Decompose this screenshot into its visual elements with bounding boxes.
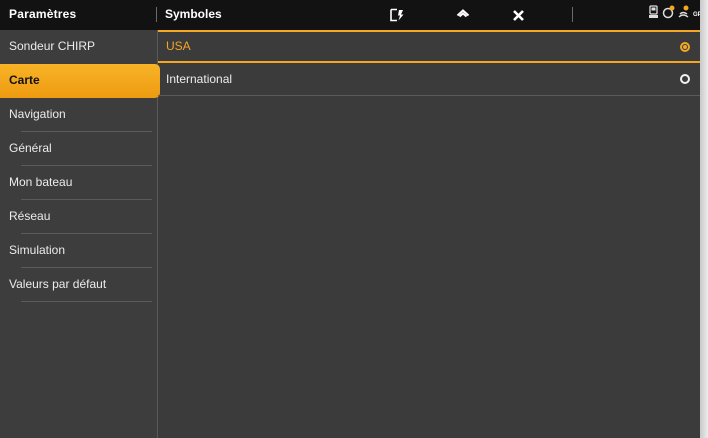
sidebar-item-label: Navigation <box>9 107 66 121</box>
sidebar-item-label: Simulation <box>9 243 66 257</box>
sidebar-item-simulation[interactable]: Simulation <box>0 234 157 268</box>
sidebar-item-label: Mon bateau <box>9 175 73 189</box>
sidebar-item-carte[interactable]: Carte <box>0 64 160 98</box>
sidebar-item-reseau[interactable]: Réseau <box>0 200 157 234</box>
divider <box>156 7 157 22</box>
symbol-options-list: USA International <box>158 30 700 438</box>
sidebar-item-label: Carte <box>9 73 40 87</box>
sidebar-item-label: Sondeur CHIRP <box>9 39 96 53</box>
radio-selected-icon[interactable] <box>680 41 690 52</box>
gps-receiver-icon <box>648 5 659 24</box>
sidebar-item-mon-bateau[interactable]: Mon bateau <box>0 166 157 200</box>
radio-unselected-icon[interactable] <box>680 74 690 84</box>
option-usa[interactable]: USA <box>158 30 700 63</box>
signal-icon <box>678 5 689 24</box>
section-title: Symboles <box>165 7 222 21</box>
sidebar-item-label: Réseau <box>9 209 51 223</box>
option-label: USA <box>166 39 191 53</box>
panel-title: Paramètres <box>9 7 77 21</box>
settings-sidebar: Sondeur CHIRP Carte Navigation Général M… <box>0 30 160 438</box>
sidebar-item-label: Valeurs par défaut <box>9 277 107 291</box>
divider <box>21 301 152 302</box>
top-bar: Paramètres Symboles <box>0 0 706 30</box>
status-icons: GPS <box>648 5 706 24</box>
screen: Paramètres Symboles Sondeur CHIRP Carte … <box>0 0 706 438</box>
exit-screen-icon[interactable] <box>387 5 407 25</box>
sidebar-item-valeurs-par-defaut[interactable]: Valeurs par défaut <box>0 268 157 302</box>
sidebar-item-sondeur-chirp[interactable]: Sondeur CHIRP <box>0 30 157 64</box>
home-icon[interactable] <box>453 5 473 25</box>
satellite-icon <box>662 5 675 24</box>
close-icon[interactable] <box>508 5 528 25</box>
sidebar-item-label: Général <box>9 141 52 155</box>
sidebar-item-navigation[interactable]: Navigation <box>0 98 157 132</box>
divider <box>572 7 573 22</box>
option-international[interactable]: International <box>158 63 700 96</box>
screen-bezel <box>700 0 708 438</box>
option-label: International <box>166 72 233 86</box>
sidebar-item-general[interactable]: Général <box>0 132 157 166</box>
